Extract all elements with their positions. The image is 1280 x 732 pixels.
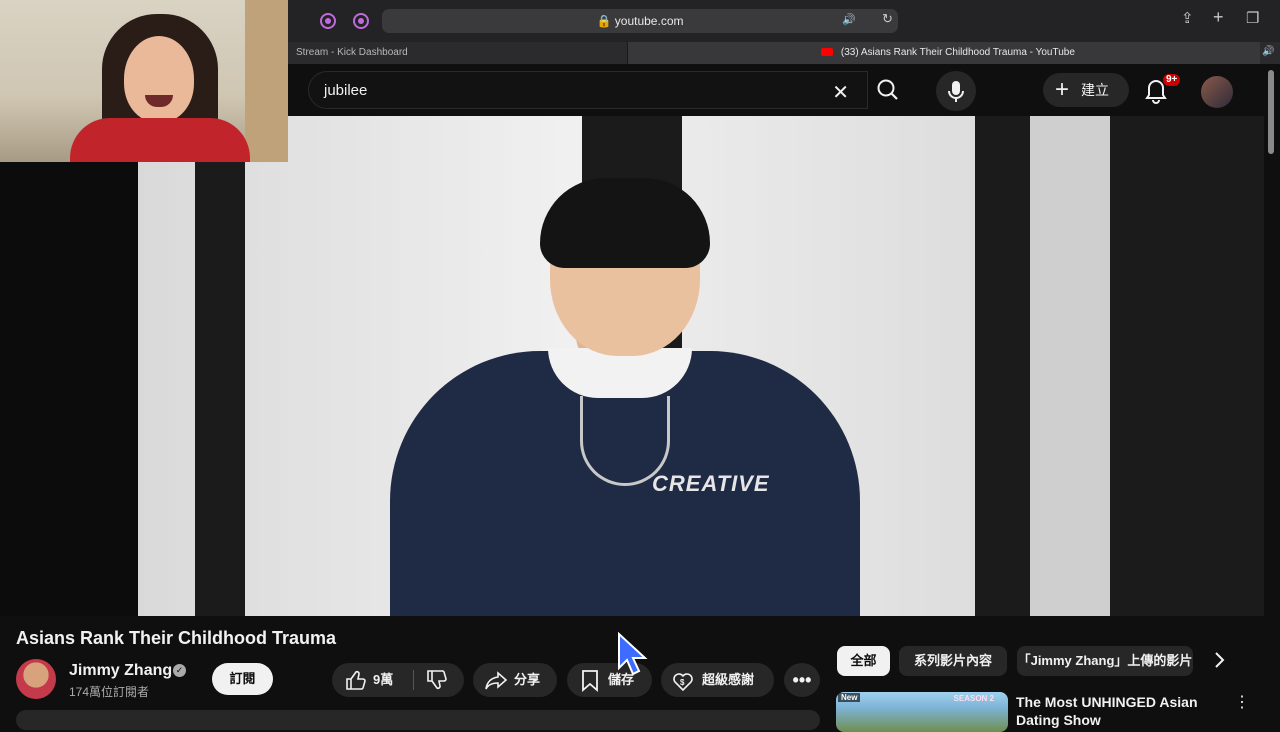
super-thanks-button[interactable]: $ 超級感謝 — [661, 663, 774, 697]
share-label: 分享 — [514, 672, 541, 687]
divider — [413, 670, 414, 690]
share-arrow-icon — [484, 663, 508, 708]
season-label: SEASON 2 — [953, 694, 994, 703]
verified-icon: ✓ — [173, 664, 186, 677]
new-tab-icon[interactable]: + — [1213, 7, 1224, 28]
youtube-favicon-icon — [821, 48, 834, 56]
voice-search-button[interactable] — [936, 71, 976, 111]
address-bar[interactable]: 🔒 youtube.com — [382, 9, 898, 33]
more-horizontal-icon: ••• — [792, 670, 812, 690]
tab-youtube[interactable]: (33) Asians Rank Their Childhood Trauma … — [628, 42, 1260, 64]
new-badge: New — [838, 693, 861, 702]
like-dislike-group: 9萬 — [332, 663, 464, 697]
super-thanks-label: 超級感謝 — [702, 672, 755, 687]
chip-series[interactable]: 系列影片內容 — [899, 646, 1007, 676]
shirt-print-text: CREATIVE — [652, 471, 770, 496]
tab-label: (33) Asians Rank Their Childhood Trauma … — [840, 47, 1075, 58]
notification-badge: 9+ — [1163, 74, 1181, 86]
microphone-icon — [948, 81, 964, 102]
video-title: Asians Rank Their Childhood Trauma — [16, 628, 337, 648]
description-box[interactable] — [16, 710, 820, 730]
tab-audio-icon[interactable]: 🔊 — [1262, 46, 1274, 57]
create-label: 建立 — [1081, 82, 1109, 98]
tab-kick-dashboard[interactable]: Stream - Kick Dashboard — [288, 42, 628, 64]
search-button[interactable] — [868, 71, 908, 109]
like-count[interactable]: 9萬 — [373, 663, 393, 697]
channel-name[interactable]: Jimmy Zhang — [69, 662, 172, 680]
lock-icon: 🔒 — [596, 14, 612, 28]
webcam-overlay — [0, 0, 288, 162]
search-input[interactable]: jubilee — [324, 82, 367, 99]
video-person-hair — [540, 178, 710, 268]
search-icon — [877, 79, 898, 100]
related-video-thumbnail[interactable]: New SEASON 2 — [836, 692, 1008, 732]
clear-search-icon[interactable]: ✕ — [832, 80, 849, 105]
extension-icon-2[interactable] — [353, 13, 369, 29]
plus-icon: + — [1055, 76, 1070, 103]
more-actions-button[interactable]: ••• — [784, 663, 820, 697]
youtube-header: jubilee ✕ + 建立 9+ — [288, 64, 1280, 116]
create-button[interactable]: + 建立 — [1043, 73, 1129, 107]
chip-all[interactable]: 全部 — [837, 646, 890, 676]
reload-icon[interactable]: ↻ — [882, 11, 893, 27]
subscriber-count: 174萬位訂閱者 — [69, 685, 150, 699]
video-panel — [1110, 116, 1264, 616]
related-video-title[interactable]: The Most UNHINGED Asian Dating Show — [1016, 693, 1226, 729]
super-thanks-icon: $ — [672, 663, 694, 708]
tab-label: Stream - Kick Dashboard — [296, 47, 408, 58]
page-scrollbar[interactable] — [1264, 64, 1280, 720]
chevron-right-icon[interactable] — [1212, 651, 1226, 674]
like-icon[interactable] — [344, 663, 366, 708]
extension-icon[interactable] — [320, 13, 336, 29]
video-panel — [195, 116, 245, 616]
notifications-button[interactable]: 9+ — [1143, 74, 1181, 106]
video-player[interactable]: CREATIVE — [0, 116, 1264, 616]
chip-channel-uploads[interactable]: 「Jimmy Zhang」上傳的影片 — [1017, 646, 1193, 676]
account-avatar[interactable] — [1201, 76, 1233, 108]
webcam-background — [245, 0, 288, 162]
vertical-more-icon[interactable]: ⋮ — [1234, 692, 1250, 712]
share-button[interactable]: 分享 — [473, 663, 557, 697]
bookmark-icon — [580, 663, 600, 708]
search-box[interactable]: jubilee ✕ — [308, 71, 868, 109]
speaker-icon[interactable]: 🔊 — [842, 13, 856, 26]
video-light-panel — [1030, 116, 1110, 616]
webcam-person-face — [124, 36, 194, 122]
webcam-person-shirt — [70, 118, 250, 162]
scroll-thumb[interactable] — [1268, 70, 1274, 154]
svg-text:$: $ — [680, 678, 685, 687]
channel-avatar[interactable] — [16, 659, 56, 699]
dislike-icon[interactable] — [425, 663, 447, 708]
video-panel — [975, 116, 1035, 616]
tab-overview-icon[interactable]: ❐ — [1246, 9, 1259, 27]
subscribe-button[interactable]: 訂閱 — [212, 663, 273, 695]
share-icon[interactable]: ⇪ — [1181, 9, 1194, 27]
url-text: youtube.com — [614, 14, 684, 28]
